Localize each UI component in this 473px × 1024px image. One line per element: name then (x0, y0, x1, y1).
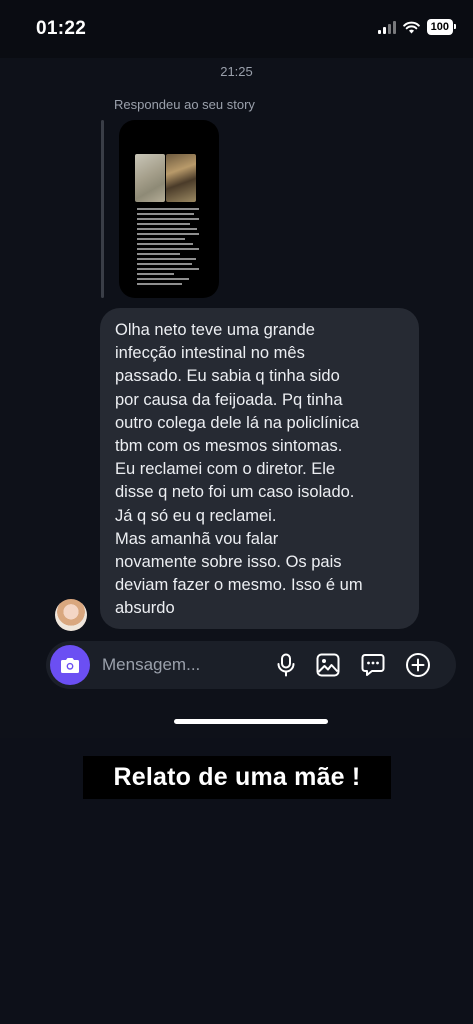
add-icon (406, 653, 430, 677)
story-text-lines (137, 208, 199, 288)
camera-button[interactable] (50, 645, 90, 685)
message-timestamp: 21:25 (220, 64, 253, 79)
avatar[interactable] (55, 599, 87, 631)
battery-indicator: 100 (426, 19, 457, 35)
message-composer (46, 641, 456, 689)
message-input[interactable] (102, 655, 252, 675)
story-photo-right (166, 154, 196, 202)
home-indicator[interactable] (174, 719, 328, 724)
gallery-icon (316, 653, 340, 677)
story-reply-label: Respondeu ao seu story (114, 97, 255, 112)
gallery-button[interactable] (314, 651, 342, 679)
story-photo-left (135, 154, 165, 202)
story-preview-thumbnail[interactable] (119, 120, 219, 298)
add-button[interactable] (404, 651, 432, 679)
status-icons: 100 (377, 19, 457, 35)
wifi-icon (402, 21, 420, 33)
microphone-icon (277, 653, 295, 677)
overlay-caption: Relato de uma mãe ! (83, 756, 391, 799)
chat-thread[interactable]: 21:25 Respondeu ao seu story Olha neto t… (0, 58, 473, 738)
reply-indicator-bar (101, 120, 104, 298)
camera-icon (61, 657, 79, 673)
message-bubble[interactable]: Olha neto teve uma grande infecção intes… (100, 308, 419, 629)
voice-button[interactable] (272, 651, 300, 679)
sticker-icon (361, 654, 385, 676)
sticker-button[interactable] (359, 651, 387, 679)
status-bar: 01:22 100 (0, 0, 473, 58)
status-time: 01:22 (36, 18, 87, 39)
cellular-signal-icon (377, 20, 396, 34)
